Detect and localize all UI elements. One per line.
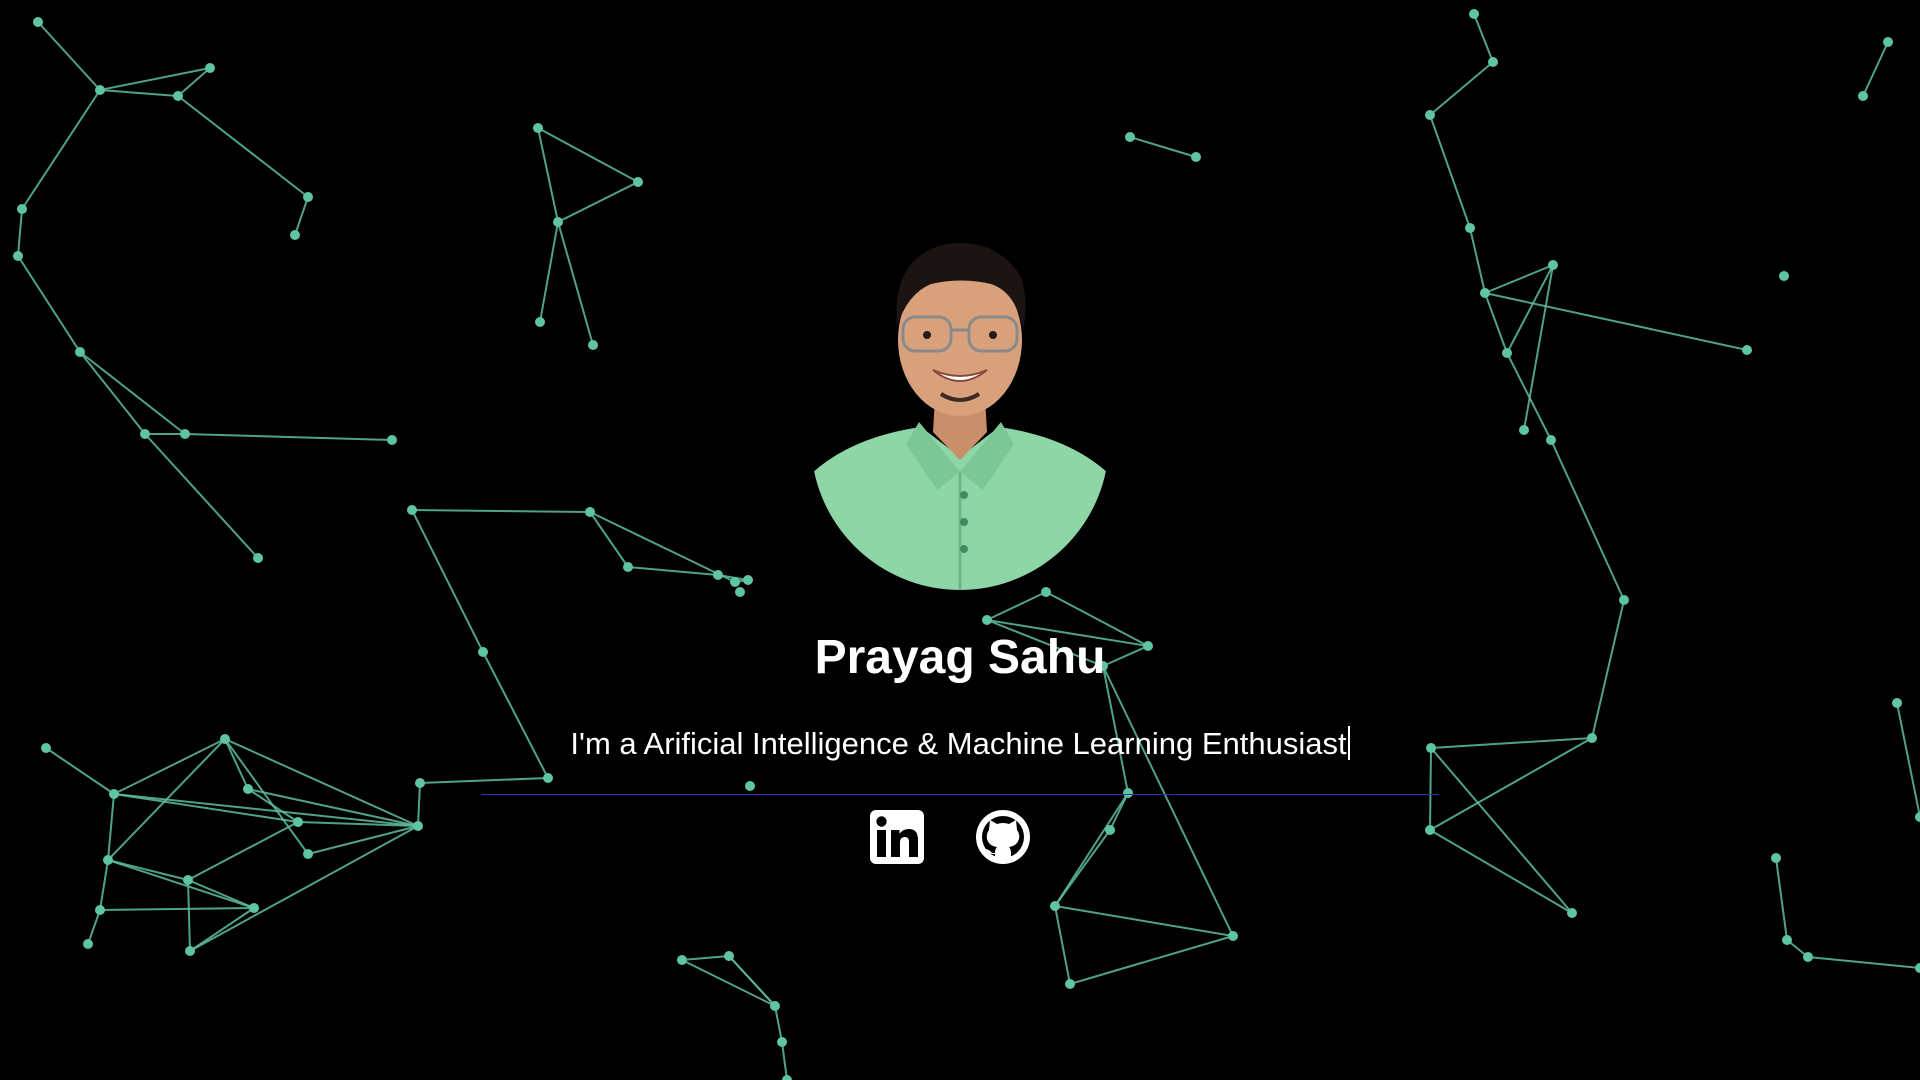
hero-section: Prayag Sahu I'm a Arificial Intelligence…: [0, 0, 1920, 1080]
profile-name: Prayag Sahu: [814, 631, 1106, 684]
github-link[interactable]: [974, 808, 1032, 866]
linkedin-link[interactable]: [868, 808, 926, 866]
tagline-text: I'm a Arificial Intelligence & Machine L…: [570, 726, 1347, 761]
typed-tagline: I'm a Arificial Intelligence & Machine L…: [0, 726, 1920, 762]
avatar-illustration: [811, 222, 1109, 590]
linkedin-icon: [870, 810, 924, 864]
typing-caret: [1347, 726, 1350, 760]
profile-photo: [811, 222, 1109, 590]
social-links: [868, 808, 1032, 866]
github-icon: [976, 810, 1030, 864]
divider-line: [481, 794, 1439, 795]
